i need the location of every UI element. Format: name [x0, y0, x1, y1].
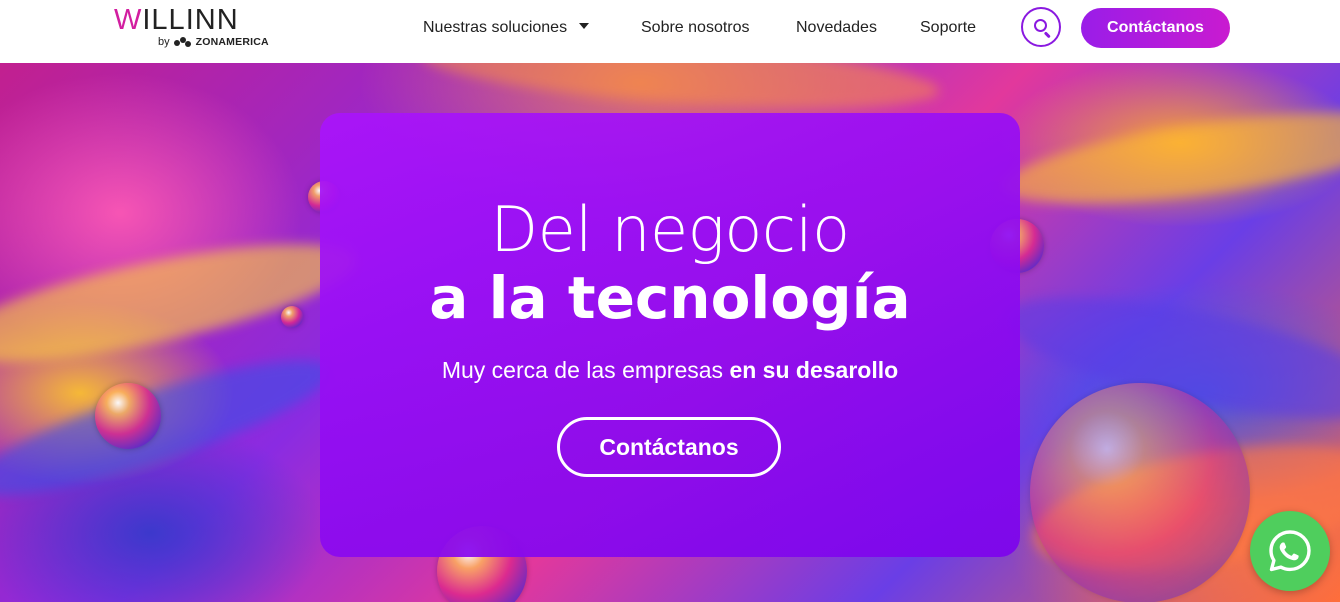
- search-icon-handle: [1044, 31, 1051, 39]
- search-button[interactable]: [1021, 7, 1061, 47]
- zonamerica-mark-icon: [173, 37, 192, 47]
- whatsapp-button[interactable]: [1250, 511, 1330, 591]
- logo-partner-text: ZONAMERICA: [195, 36, 269, 48]
- menu-item-nuestras-soluciones[interactable]: Nuestras soluciones: [423, 18, 590, 38]
- menu-item-label: Sobre nosotros: [641, 19, 750, 36]
- logo-by-text: by: [158, 36, 170, 48]
- hero-subtitle-bold: en su desarollo: [729, 357, 899, 383]
- whatsapp-icon: [1269, 530, 1311, 572]
- hero-contact-button[interactable]: Contáctanos: [557, 417, 781, 477]
- decorative-swirl: [997, 94, 1340, 222]
- hero-subtitle-regular: Muy cerca de las empresas: [441, 357, 730, 383]
- chevron-down-icon: [579, 23, 590, 29]
- top-navigation: WILLINN by ZONAMERICA Nuestras solucione…: [0, 0, 1340, 63]
- search-icon: [1034, 19, 1047, 32]
- menu-item-soporte[interactable]: Soporte: [920, 18, 976, 38]
- hero-title-line2: a la tecnología: [429, 264, 911, 332]
- decorative-bubble: [281, 306, 303, 328]
- menu-item-label: Nuestras soluciones: [423, 19, 568, 36]
- menu-item-label: Novedades: [796, 19, 877, 36]
- decorative-bubble: [1030, 383, 1250, 602]
- hero-section: Del negocio a la tecnología Muy cerca de…: [0, 63, 1340, 602]
- decorative-bubble: [95, 383, 161, 449]
- hero-title-line1: Del negocio: [490, 193, 850, 266]
- hero-card: Del negocio a la tecnología Muy cerca de…: [320, 113, 1020, 557]
- willinn-logo[interactable]: WILLINN by ZONAMERICA: [114, 5, 279, 53]
- menu-item-novedades[interactable]: Novedades: [796, 18, 877, 38]
- logo-byline: by ZONAMERICA: [158, 36, 269, 48]
- menu-item-label: Soporte: [920, 19, 977, 36]
- contact-button[interactable]: Contáctanos: [1081, 8, 1230, 48]
- logo-wordmark: WILLINN: [114, 4, 239, 36]
- hero-subtitle: Muy cerca de las empresas en su desaroll…: [320, 356, 1020, 384]
- menu-item-sobre-nosotros[interactable]: Sobre nosotros: [641, 18, 750, 38]
- decorative-swirl: [0, 335, 342, 521]
